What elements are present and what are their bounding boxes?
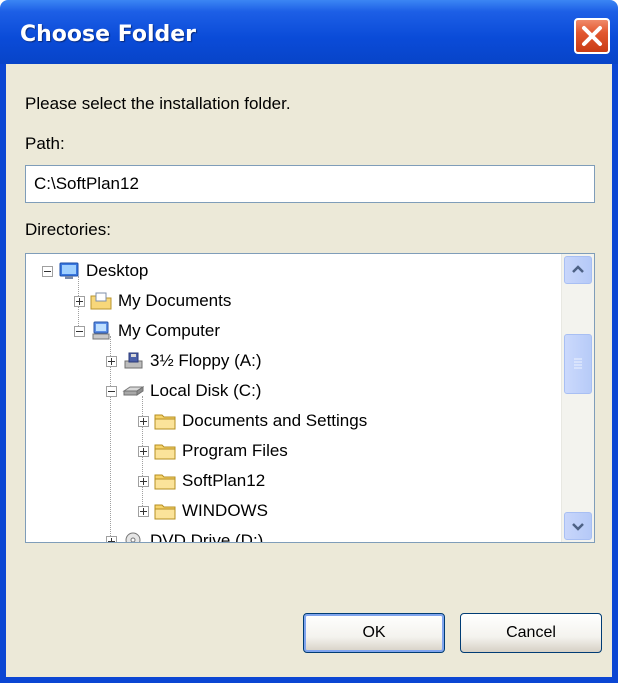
- tree-item-label: DVD Drive (D:): [150, 531, 264, 542]
- tree-item-dvd-drive[interactable]: DVD Drive (D:): [106, 526, 263, 542]
- close-button[interactable]: [574, 18, 610, 54]
- tree-item-softplan12[interactable]: SoftPlan12: [138, 466, 265, 496]
- desktop-icon: [59, 262, 79, 279]
- chevron-down-icon: [572, 523, 584, 531]
- scroll-up-button[interactable]: [564, 256, 592, 284]
- folder-icon: [154, 444, 176, 460]
- tree-item-label: Local Disk (C:): [150, 381, 262, 400]
- my-documents-folder-icon: [90, 292, 112, 310]
- chevron-up-icon: [572, 265, 584, 273]
- title-bar[interactable]: Choose Folder: [0, 0, 618, 64]
- floppy-drive-icon: [124, 352, 143, 369]
- collapse-toggle[interactable]: [42, 265, 53, 277]
- tree-item-label: My Documents: [118, 291, 232, 310]
- tree-item-floppy[interactable]: 3½ Floppy (A:): [106, 346, 262, 376]
- tree-item-local-disk[interactable]: Local Disk (C:): [106, 376, 261, 406]
- tree-item-label: Program Files: [182, 441, 288, 460]
- tree-item-label: Documents and Settings: [182, 411, 368, 430]
- collapse-toggle[interactable]: [74, 325, 85, 337]
- grip-icon: [574, 358, 582, 369]
- expand-toggle[interactable]: [74, 295, 85, 307]
- expand-toggle[interactable]: [106, 535, 117, 542]
- folder-icon: [154, 474, 176, 490]
- tree-view-content: Desktop My Documents My Computer 3½ Flop…: [26, 254, 562, 542]
- tree-item-desktop[interactable]: Desktop: [42, 256, 148, 286]
- scroll-down-button[interactable]: [564, 512, 592, 540]
- path-label: Path:: [25, 134, 65, 153]
- tree-item-label: My Computer: [118, 321, 221, 340]
- tree-item-label: 3½ Floppy (A:): [150, 351, 262, 370]
- ok-button[interactable]: OK: [303, 613, 445, 653]
- dialog-title: Choose Folder: [20, 22, 197, 47]
- dvd-drive-icon: [125, 532, 141, 542]
- directories-label: Directories:: [25, 220, 111, 239]
- tree-item-my-documents[interactable]: My Documents: [74, 286, 231, 316]
- folder-icon: [154, 414, 176, 430]
- tree-item-label: Desktop: [86, 261, 149, 280]
- cancel-button[interactable]: Cancel: [460, 613, 602, 653]
- expand-toggle[interactable]: [138, 415, 149, 427]
- dialog-body: Please select the installation folder. P…: [6, 64, 612, 677]
- path-input[interactable]: [25, 165, 595, 203]
- tree-item-label: SoftPlan12: [182, 471, 266, 490]
- instruction-text: Please select the installation folder.: [25, 94, 291, 113]
- vertical-scrollbar[interactable]: [561, 254, 594, 542]
- tree-item-label: WINDOWS: [182, 501, 268, 520]
- expand-toggle[interactable]: [106, 355, 117, 367]
- expand-toggle[interactable]: [138, 505, 149, 517]
- my-computer-icon: [92, 321, 110, 340]
- folder-icon: [154, 504, 176, 520]
- scroll-thumb[interactable]: [564, 334, 592, 394]
- directory-tree[interactable]: Desktop My Documents My Computer 3½ Flop…: [25, 253, 595, 543]
- tree-item-program-files[interactable]: Program Files: [138, 436, 288, 466]
- tree-item-windows[interactable]: WINDOWS: [138, 496, 268, 526]
- expand-toggle[interactable]: [138, 475, 149, 487]
- choose-folder-dialog: Choose Folder Please select the installa…: [0, 0, 618, 683]
- tree-item-documents-and-settings[interactable]: Documents and Settings: [138, 406, 367, 436]
- expand-toggle[interactable]: [138, 445, 149, 457]
- hard-disk-icon: [122, 386, 144, 396]
- collapse-toggle[interactable]: [106, 385, 117, 397]
- close-icon: [582, 26, 602, 46]
- tree-item-my-computer[interactable]: My Computer: [74, 316, 220, 346]
